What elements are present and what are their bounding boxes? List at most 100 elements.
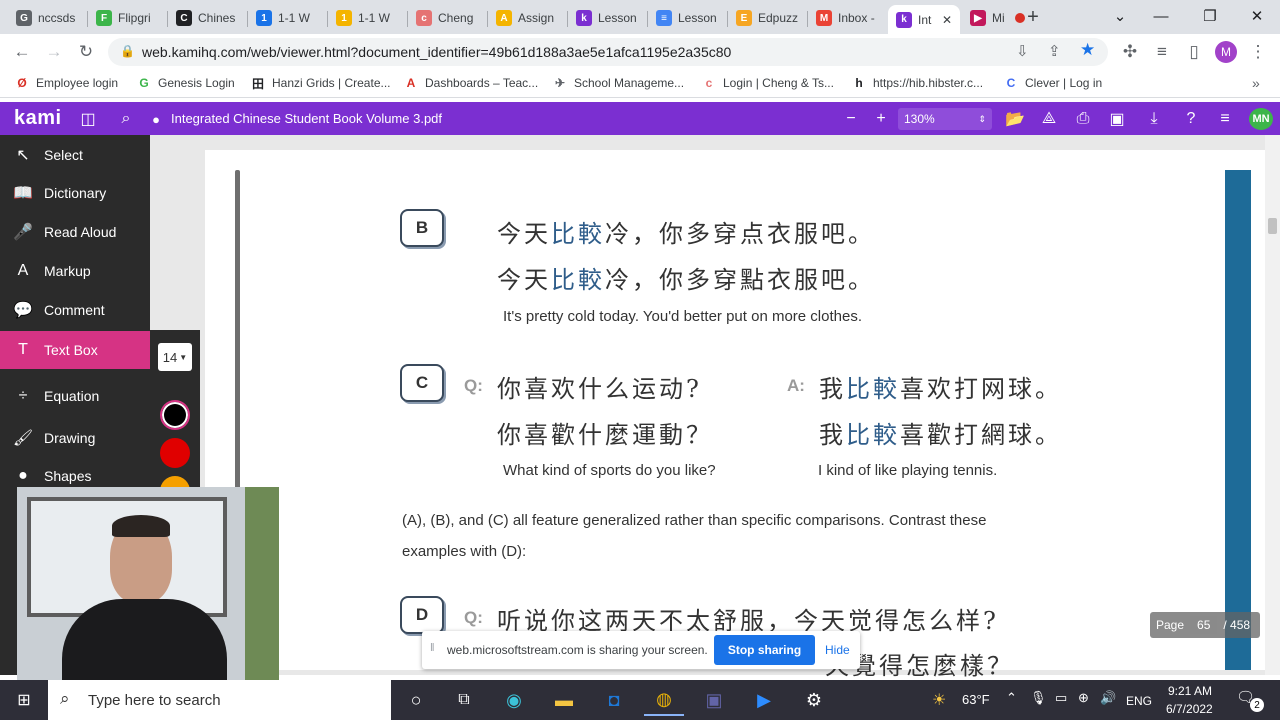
tab-search-icon[interactable]: ⌄: [1105, 4, 1135, 28]
document-scrollbar[interactable]: [1265, 135, 1280, 675]
help-icon[interactable]: ?: [1180, 108, 1202, 130]
tool-dictionary[interactable]: 📖 Dictionary: [0, 174, 150, 212]
address-bar[interactable]: 🔒 web.kamihq.com/web/viewer.html?documen…: [108, 38, 1108, 66]
tool-drawing[interactable]: 🖌 Drawing: [0, 419, 150, 457]
tab-favicon-icon: 1: [256, 10, 272, 26]
bookmark-item[interactable]: 田 Hanzi Grids | Create...: [250, 75, 391, 91]
clock-time[interactable]: 9:21 AM: [1168, 684, 1212, 698]
weather-icon[interactable]: ☀: [932, 690, 946, 710]
bookmark-item[interactable]: ✈ School Manageme...: [552, 75, 684, 91]
bookmark-item[interactable]: Ø Employee login: [14, 75, 118, 91]
back-icon[interactable]: ←: [10, 40, 34, 64]
pdf-page[interactable]: B 今天比較冷，你多穿点衣服吧。 今天比較冷，你多穿點衣服吧。 It's pre…: [205, 150, 1265, 680]
zoom-out-icon[interactable]: −: [840, 108, 862, 130]
volume-icon[interactable]: 🔊: [1100, 690, 1116, 706]
bookmarks-more[interactable]: »: [1252, 75, 1260, 91]
browser-tab[interactable]: C Chines: [168, 5, 246, 31]
zoom-select[interactable]: 130% ⇕: [898, 108, 992, 130]
restore-icon[interactable]: ❐: [1195, 4, 1225, 28]
tool-comment[interactable]: 💬 Comment: [0, 291, 150, 329]
bookmark-favicon-icon: ✈: [554, 76, 566, 90]
print-icon[interactable]: ⎙: [1072, 108, 1094, 130]
hide-button[interactable]: Hide: [825, 643, 850, 657]
zoom-value: 130%: [904, 112, 935, 126]
minimize-icon[interactable]: —: [1146, 4, 1176, 28]
download-icon[interactable]: ⤓: [1143, 108, 1165, 130]
tool-equation[interactable]: ÷ Equation: [0, 377, 150, 415]
teams-icon[interactable]: ▣: [694, 684, 734, 716]
drag-handle-icon[interactable]: ‖: [430, 642, 435, 654]
browser-tab[interactable]: k Int ✕: [888, 5, 960, 34]
browser-tab[interactable]: F Flipgri: [88, 5, 166, 31]
scrollbar-thumb[interactable]: [1268, 218, 1277, 234]
folder-icon[interactable]: 📂: [1004, 108, 1026, 130]
color-swatch[interactable]: [160, 400, 190, 430]
browser-tab[interactable]: c Cheng: [408, 5, 486, 31]
tool-read-aloud[interactable]: 🎤 Read Aloud: [0, 213, 150, 251]
note-line-2: examples with (D):: [402, 543, 527, 560]
new-tab-button[interactable]: +: [1022, 6, 1044, 28]
page-number-input[interactable]: 65: [1190, 616, 1218, 634]
user-avatar[interactable]: MN: [1249, 108, 1273, 130]
bookmark-item[interactable]: h https://hib.hibster.c...: [851, 75, 983, 91]
tab-favicon-icon: E: [736, 10, 752, 26]
browser-tab[interactable]: E Edpuzz: [728, 5, 806, 31]
side-panel-icon[interactable]: ▯: [1182, 40, 1206, 64]
bookmark-star-icon[interactable]: ★: [1080, 40, 1095, 60]
zoom-app-icon[interactable]: ▶: [744, 684, 784, 716]
reload-icon[interactable]: ↻: [74, 40, 98, 64]
browser-tab[interactable]: 1 1-1 W: [248, 5, 326, 31]
browser-tab[interactable]: M Inbox -: [808, 5, 886, 31]
close-tab-icon[interactable]: ✕: [942, 13, 952, 27]
save-icon[interactable]: ▣: [1106, 108, 1128, 130]
settings-icon[interactable]: ⚙: [794, 684, 834, 716]
browser-tab[interactable]: ≡ Lesson: [648, 5, 726, 31]
bookmark-item[interactable]: C Clever | Log in: [1003, 75, 1103, 91]
kami-logo[interactable]: kami: [14, 107, 62, 130]
install-icon[interactable]: ⇩: [1016, 42, 1029, 60]
bookmark-item[interactable]: G Genesis Login: [136, 75, 234, 91]
menu-icon[interactable]: ⋮: [1246, 40, 1270, 64]
task-view-icon[interactable]: ⧉: [444, 684, 484, 716]
tab-favicon-icon: ≡: [656, 10, 672, 26]
share-icon[interactable]: ⇪: [1048, 42, 1061, 60]
browser-tab[interactable]: k Lesson: [568, 5, 646, 31]
language-indicator[interactable]: ENG: [1126, 694, 1152, 708]
media-icon[interactable]: ≡: [1150, 40, 1174, 64]
network-icon[interactable]: ⊕: [1078, 690, 1089, 706]
search-icon[interactable]: ⌕: [115, 108, 137, 130]
close-window-icon[interactable]: ✕: [1242, 4, 1272, 28]
bookmark-item[interactable]: c Login | Cheng & Ts...: [701, 75, 834, 91]
browser-tab[interactable]: Gnccsds: [8, 5, 86, 31]
kami-menu-icon[interactable]: ≡: [1214, 108, 1236, 130]
stop-sharing-button[interactable]: Stop sharing: [714, 635, 815, 665]
share-nodes-icon[interactable]: ⟁: [1038, 108, 1060, 130]
bookmark-item[interactable]: A Dashboards – Teac...: [403, 75, 539, 91]
battery-icon[interactable]: ▭: [1055, 690, 1067, 706]
forward-icon[interactable]: →: [42, 40, 66, 64]
clock-date[interactable]: 6/7/2022: [1166, 702, 1213, 716]
sidebar-toggle-icon[interactable]: ◫: [77, 108, 99, 130]
tool-text-box[interactable]: T Text Box: [0, 331, 150, 369]
page-indicator[interactable]: Page 65 / 458: [1150, 612, 1260, 638]
tool-markup[interactable]: A Markup: [0, 252, 150, 290]
weather-temp[interactable]: 63°F: [962, 692, 990, 707]
browser-tab[interactable]: 1 1-1 W: [328, 5, 406, 31]
tool-select[interactable]: ↖ Select: [0, 136, 150, 174]
color-swatch[interactable]: [160, 438, 190, 468]
edge-icon[interactable]: ◉: [494, 684, 534, 716]
chrome-icon[interactable]: ◍: [644, 684, 684, 716]
outlook-icon[interactable]: ◘: [594, 684, 634, 716]
browser-tab[interactable]: ▶ Mi: [962, 5, 1028, 31]
file-explorer-icon[interactable]: ▬: [544, 684, 584, 716]
profile-avatar[interactable]: M: [1215, 41, 1237, 63]
extensions-icon[interactable]: ✣: [1118, 40, 1142, 64]
font-size-select[interactable]: 14 ▼: [158, 343, 192, 371]
zoom-in-icon[interactable]: +: [870, 108, 892, 130]
start-icon[interactable]: ⊞: [4, 684, 44, 716]
browser-tab[interactable]: A Assign: [488, 5, 566, 31]
cortana-icon[interactable]: ○: [396, 684, 436, 716]
tray-chevron-icon[interactable]: ⌃: [1006, 690, 1017, 706]
microphone-icon[interactable]: 🎙: [1030, 690, 1047, 706]
taskbar-search-box[interactable]: ⌕ Type here to search: [48, 680, 391, 720]
